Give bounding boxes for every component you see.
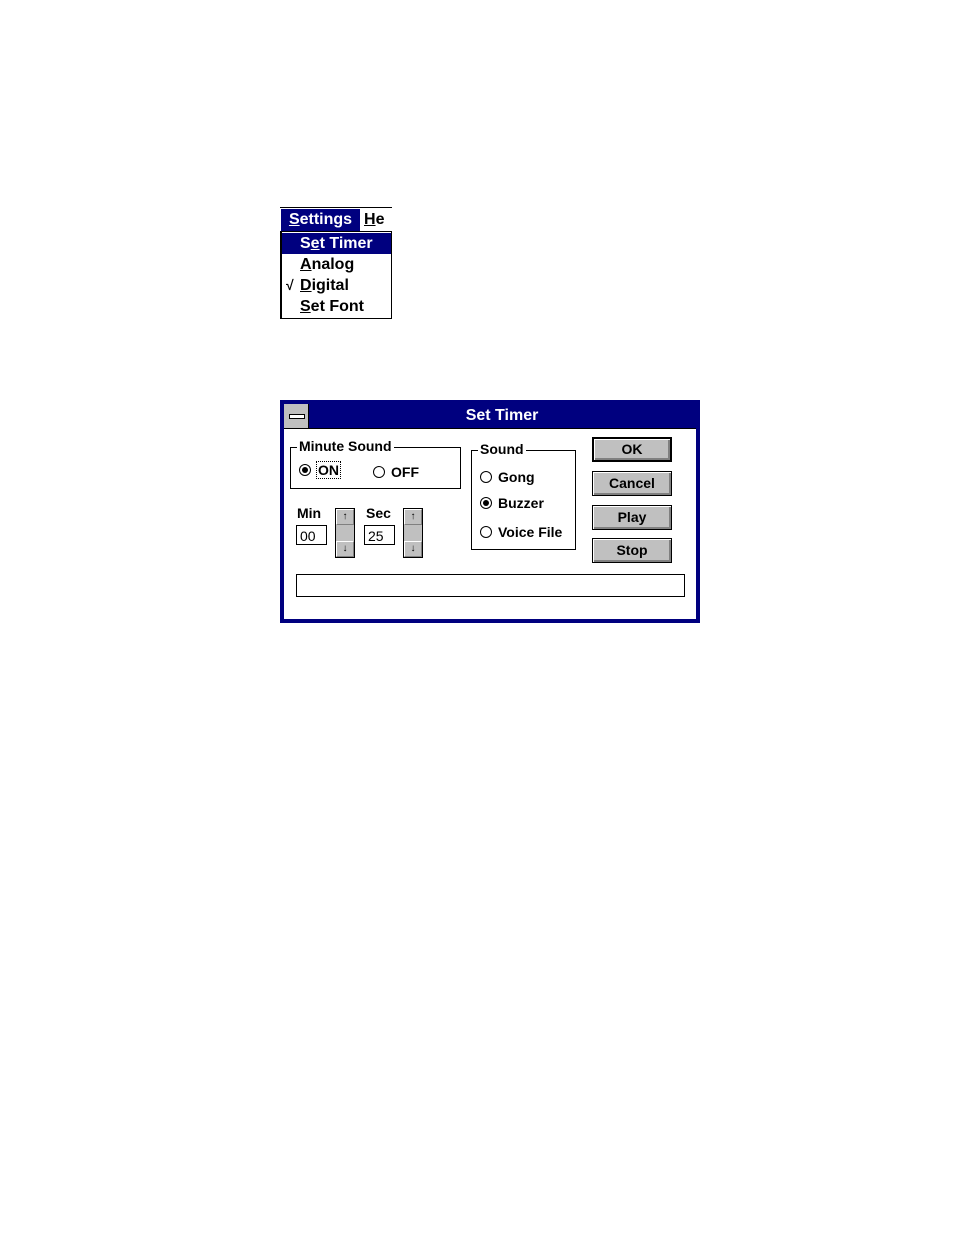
radio-minute-sound-off[interactable]: OFF [373, 464, 419, 480]
min-label: Min [297, 505, 322, 521]
radio-unselected-icon [480, 471, 492, 483]
label-mnemonic: A [300, 256, 312, 273]
radio-sound-gong[interactable]: Gong [480, 469, 535, 485]
checkmark-icon: √ [286, 277, 294, 293]
system-menu-button[interactable] [284, 404, 309, 428]
radio-sound-buzzer[interactable]: Buzzer [480, 495, 544, 511]
stop-button[interactable]: Stop [592, 538, 672, 563]
radio-label: Voice File [498, 524, 563, 540]
sec-label: Sec [366, 505, 391, 521]
menu-settings-mnemonic: S [288, 211, 300, 228]
title-bar[interactable]: Set Timer [284, 404, 696, 429]
radio-label: OFF [391, 464, 419, 480]
minute-sound-group: Minute Sound ON OFF [290, 438, 461, 489]
settings-dropdown: Set Timer Analog √ Digital Set Font [280, 231, 392, 319]
sec-down-arrow-icon[interactable]: ↓ [404, 541, 422, 557]
radio-label: Gong [498, 469, 535, 485]
menu-item-set-font[interactable]: Set Font [282, 296, 391, 317]
dialog-title: Set Timer [465, 407, 539, 424]
label-part: et Font [310, 298, 364, 315]
menu-help[interactable]: He [364, 209, 392, 231]
radio-unselected-icon [373, 466, 385, 478]
label-mnemonic: D [300, 277, 312, 294]
menu-item-label: Digital [300, 275, 349, 296]
menu-item-label: Set Timer [300, 233, 373, 254]
radio-sound-voice-file[interactable]: Voice File [480, 524, 562, 540]
menu-settings-label: ettings [299, 211, 353, 228]
menu-help-mnemonic: H [364, 211, 376, 228]
radio-minute-sound-on[interactable]: ON [299, 461, 341, 479]
radio-label: Buzzer [498, 495, 544, 511]
ok-button[interactable]: OK [592, 437, 672, 462]
label-mnemonic: e [310, 235, 320, 252]
sec-spinner[interactable]: ↑ ↓ [403, 508, 423, 558]
set-timer-dialog: Set Timer Minute Sound ON OFF Min 00 ↑ ↓… [280, 400, 700, 623]
menu-item-label: Set Font [300, 296, 364, 317]
label-part: igital [311, 277, 349, 294]
min-up-arrow-icon[interactable]: ↑ [336, 509, 354, 525]
menu-item-label: Analog [300, 254, 354, 275]
dialog-body: Set Timer Minute Sound ON OFF Min 00 ↑ ↓… [284, 404, 696, 619]
sec-up-arrow-icon[interactable]: ↑ [404, 509, 422, 525]
settings-menu: Settings He Set Timer Analog √ Digital S… [280, 207, 392, 319]
system-menu-icon [289, 414, 305, 419]
radio-label: ON [316, 461, 341, 479]
menu-bar: Settings He [280, 207, 392, 232]
min-down-arrow-icon[interactable]: ↓ [336, 541, 354, 557]
label-part: t Timer [319, 235, 373, 252]
radio-selected-icon [299, 464, 311, 476]
status-field[interactable] [296, 574, 685, 597]
sound-label: Sound [478, 441, 526, 457]
play-button[interactable]: Play [592, 505, 672, 530]
sec-input[interactable]: 25 [364, 525, 395, 545]
menu-item-analog[interactable]: Analog [282, 254, 391, 275]
label-mnemonic: S [300, 298, 311, 315]
sound-group: Sound Gong Buzzer Voice File [471, 441, 576, 550]
radio-selected-icon [480, 497, 492, 509]
menu-settings[interactable]: Settings [281, 209, 360, 231]
menu-item-set-timer[interactable]: Set Timer [282, 233, 391, 254]
radio-unselected-icon [480, 526, 492, 538]
label-part: S [300, 235, 311, 252]
menu-item-digital[interactable]: √ Digital [282, 275, 391, 296]
min-input[interactable]: 00 [296, 525, 327, 545]
cancel-button[interactable]: Cancel [592, 471, 672, 496]
menu-help-label: e [375, 211, 385, 228]
min-spinner[interactable]: ↑ ↓ [335, 508, 355, 558]
label-part: nalog [311, 256, 355, 273]
minute-sound-label: Minute Sound [297, 438, 394, 454]
